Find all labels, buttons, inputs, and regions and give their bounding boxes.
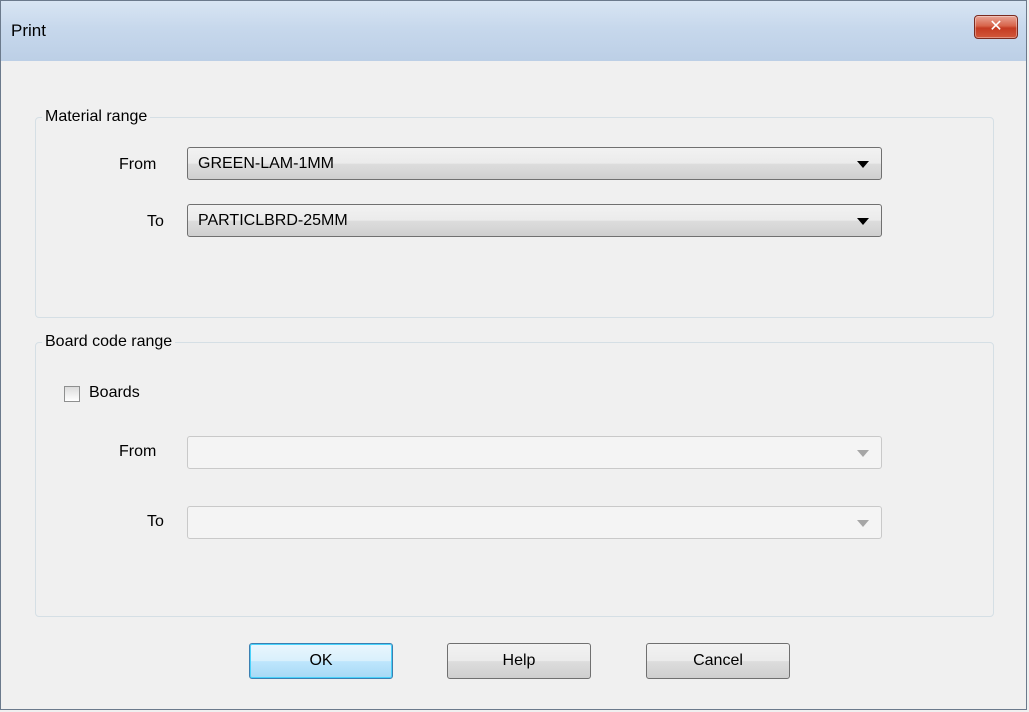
- material-to-label: To: [147, 213, 164, 230]
- board-from-dropdown[interactable]: [187, 436, 882, 469]
- title-bar: Print ✕: [1, 1, 1026, 61]
- board-to-dropdown[interactable]: [187, 506, 882, 539]
- material-from-value: GREEN-LAM-1MM: [198, 155, 335, 172]
- material-to-dropdown[interactable]: PARTICLBRD-25MM: [187, 204, 882, 237]
- material-from-dropdown[interactable]: GREEN-LAM-1MM: [187, 147, 882, 180]
- ok-button[interactable]: OK: [249, 643, 393, 679]
- material-to-value: PARTICLBRD-25MM: [198, 212, 348, 229]
- board-code-range-legend: Board code range: [45, 333, 173, 350]
- board-to-label: To: [147, 513, 164, 530]
- dialog-body: Material range From GREEN-LAM-1MM To PAR…: [9, 61, 1018, 701]
- boards-checkbox-label[interactable]: Boards: [89, 384, 140, 402]
- close-button[interactable]: ✕: [974, 15, 1018, 39]
- cancel-button[interactable]: Cancel: [646, 643, 790, 679]
- print-dialog: Print ✕ Material range From GREEN-LAM-1M…: [0, 0, 1027, 710]
- board-from-label: From: [119, 443, 157, 460]
- board-code-range-group: Board code range: [35, 333, 994, 617]
- close-icon: ✕: [989, 18, 1003, 35]
- material-range-legend: Material range: [45, 108, 148, 125]
- chevron-down-icon: [857, 218, 869, 225]
- material-from-label: From: [119, 156, 157, 173]
- help-button[interactable]: Help: [447, 643, 591, 679]
- window-title: Print: [11, 21, 46, 40]
- chevron-down-icon: [857, 450, 869, 457]
- boards-checkbox[interactable]: [64, 386, 80, 402]
- chevron-down-icon: [857, 520, 869, 527]
- chevron-down-icon: [857, 161, 869, 168]
